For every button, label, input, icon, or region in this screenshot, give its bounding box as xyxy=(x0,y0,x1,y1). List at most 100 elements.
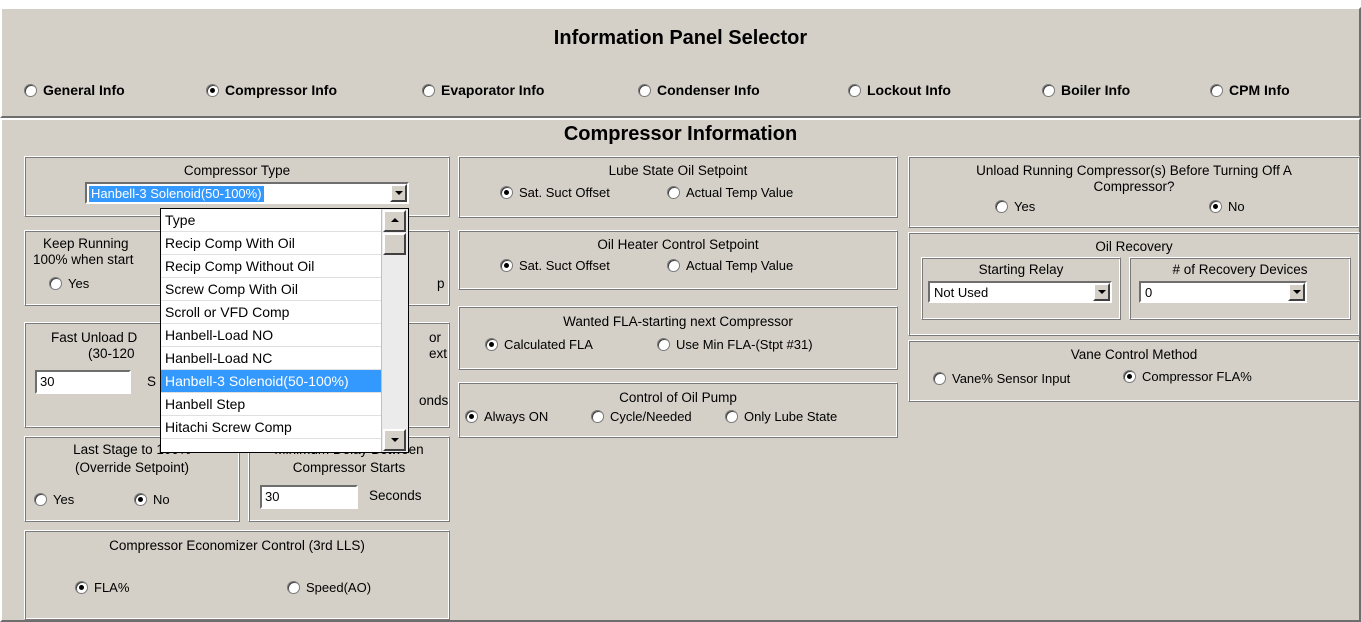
last-stage-title-2: (Override Setpoint) xyxy=(74,460,190,475)
compressor-type-dropdown-list[interactable]: Type Recip Comp With Oil Recip Comp With… xyxy=(160,208,409,453)
vane-sensor-radio[interactable]: Vane% Sensor Input xyxy=(933,371,1070,386)
scroll-up-button[interactable] xyxy=(383,210,406,232)
dropdown-button[interactable] xyxy=(390,184,407,202)
keep-running-fragment: p xyxy=(437,276,445,291)
vane-control-title: Vane Control Method xyxy=(1070,347,1198,362)
economizer-group: Compressor Economizer Control (3rd LLS) … xyxy=(24,530,450,620)
pump-lube-state-radio[interactable]: Only Lube State xyxy=(725,409,837,424)
wanted-min-fla-radio[interactable]: Use Min FLA-(Stpt #31) xyxy=(657,337,813,352)
radio-circle-icon xyxy=(1210,83,1223,97)
compressor-type-select[interactable]: Hanbell-3 Solenoid(50-100%) xyxy=(85,182,409,204)
economizer-speed-radio[interactable]: Speed(AO) xyxy=(287,580,371,595)
starting-relay-label: Starting Relay xyxy=(978,262,1064,277)
compressor-type-value: Hanbell-3 Solenoid(50-100%) xyxy=(88,185,265,203)
starting-relay-value: Not Used xyxy=(934,285,989,300)
recovery-devices-group: # of Recovery Devices 0 xyxy=(1129,257,1351,320)
chevron-down-icon xyxy=(1097,290,1106,294)
scroll-down-button[interactable] xyxy=(383,429,406,451)
dropdown-option[interactable]: Hanbell-Load NO xyxy=(161,324,382,347)
radio-circle-icon xyxy=(206,83,219,97)
recovery-devices-select[interactable]: 0 xyxy=(1139,281,1307,303)
dropdown-option[interactable]: Recip Comp With Oil xyxy=(161,232,382,255)
fast-unload-input[interactable]: 30 xyxy=(35,370,131,394)
radio-cpm-info[interactable]: CPM Info xyxy=(1210,82,1290,98)
keep-running-yes-radio[interactable]: Yes xyxy=(49,276,89,291)
oil-heater-title: Oil Heater Control Setpoint xyxy=(597,237,759,252)
radio-circle-icon xyxy=(422,83,435,97)
heater-sat-suct-radio[interactable]: Sat. Suct Offset xyxy=(500,258,610,273)
fast-unload-right-1: or xyxy=(429,330,442,345)
radio-circle-icon xyxy=(500,259,513,272)
starting-relay-select[interactable]: Not Used xyxy=(928,281,1112,303)
last-stage-yes-radio[interactable]: Yes xyxy=(34,492,74,507)
radio-circle-icon xyxy=(848,83,861,97)
recovery-devices-value: 0 xyxy=(1145,285,1153,300)
radio-boiler-info[interactable]: Boiler Info xyxy=(1042,82,1130,98)
vane-control-group: Vane Control Method Vane% Sensor Input C… xyxy=(908,340,1360,402)
dropdown-option[interactable]: Scroll or VFD Comp xyxy=(161,301,382,324)
radio-compressor-info[interactable]: Compressor Info xyxy=(206,82,337,98)
min-delay-title-2: Compressor Starts xyxy=(292,460,406,475)
radio-circle-icon xyxy=(1123,370,1136,383)
economizer-title: Compressor Economizer Control (3rd LLS) xyxy=(109,538,365,553)
radio-circle-icon xyxy=(34,493,47,506)
oil-pump-title: Control of Oil Pump xyxy=(619,390,737,405)
wanted-fla-title: Wanted FLA-starting next Compressor xyxy=(563,314,793,329)
fast-unload-right-3: onds xyxy=(419,393,449,408)
selector-title: Information Panel Selector xyxy=(553,27,808,49)
unload-running-title-1: Unload Running Compressor(s) Before Turn… xyxy=(976,163,1292,178)
heater-actual-temp-radio[interactable]: Actual Temp Value xyxy=(667,258,793,273)
dropdown-button[interactable] xyxy=(1288,283,1305,301)
dropdown-option[interactable]: Screw Comp With Oil xyxy=(161,278,382,301)
unload-running-title-2: Compressor? xyxy=(1093,179,1175,194)
oil-heater-group: Oil Heater Control Setpoint Sat. Suct Of… xyxy=(458,230,898,290)
lube-actual-temp-radio[interactable]: Actual Temp Value xyxy=(667,185,793,200)
vane-fla-radio[interactable]: Compressor FLA% xyxy=(1123,369,1252,384)
dropdown-option[interactable]: Hitachi Screw Comp xyxy=(161,416,382,439)
unload-no-radio[interactable]: No xyxy=(1209,199,1245,214)
radio-evaporator-info[interactable]: Evaporator Info xyxy=(422,82,544,98)
unload-running-group: Unload Running Compressor(s) Before Turn… xyxy=(908,156,1360,228)
last-stage-no-radio[interactable]: No xyxy=(134,492,170,507)
radio-circle-icon xyxy=(657,338,670,351)
dropdown-option-selected[interactable]: Hanbell-3 Solenoid(50-100%) xyxy=(161,370,382,393)
radio-circle-icon xyxy=(75,581,88,594)
wanted-calculated-radio[interactable]: Calculated FLA xyxy=(485,337,593,352)
chevron-down-icon xyxy=(390,438,399,442)
keep-running-title-2: 100% when start xyxy=(33,252,134,267)
dropdown-scrollbar[interactable] xyxy=(381,209,408,452)
dropdown-button[interactable] xyxy=(1093,283,1110,301)
economizer-fla-radio[interactable]: FLA% xyxy=(75,580,129,595)
dropdown-option[interactable]: Hanbell Step xyxy=(161,393,382,416)
lube-sat-suct-radio[interactable]: Sat. Suct Offset xyxy=(500,185,610,200)
radio-circle-icon xyxy=(500,186,513,199)
pump-cycle-radio[interactable]: Cycle/Needed xyxy=(591,409,692,424)
min-delay-input[interactable]: 30 xyxy=(260,485,358,509)
unload-yes-radio[interactable]: Yes xyxy=(995,199,1035,214)
radio-lockout-info[interactable]: Lockout Info xyxy=(848,82,951,98)
compressor-info-panel: Compressor Information Compressor Type H… xyxy=(0,118,1361,622)
radio-circle-icon xyxy=(1042,83,1055,97)
fast-unload-title-1: Fast Unload D xyxy=(51,330,138,345)
oil-pump-group: Control of Oil Pump Always ON Cycle/Need… xyxy=(458,382,898,438)
radio-circle-icon xyxy=(465,410,478,423)
radio-circle-icon xyxy=(995,200,1008,213)
radio-circle-icon xyxy=(591,410,604,423)
dropdown-option[interactable]: Hanbell-Load NC xyxy=(161,347,382,370)
fast-unload-title-2: (30-120 xyxy=(88,346,135,361)
starting-relay-group: Starting Relay Not Used xyxy=(921,257,1121,320)
pump-always-on-radio[interactable]: Always ON xyxy=(465,409,548,424)
dropdown-option[interactable]: Recip Comp Without Oil xyxy=(161,255,382,278)
radio-general-info[interactable]: General Info xyxy=(24,82,125,98)
dropdown-option[interactable]: Type xyxy=(161,209,382,232)
chevron-down-icon xyxy=(1292,290,1301,294)
radio-circle-icon xyxy=(485,338,498,351)
compressor-type-title: Compressor Type xyxy=(183,163,291,178)
radio-circle-icon xyxy=(287,581,300,594)
scroll-thumb[interactable] xyxy=(383,233,406,255)
radio-circle-icon xyxy=(667,186,680,199)
chevron-up-icon xyxy=(390,218,399,222)
radio-circle-icon xyxy=(1209,200,1222,213)
radio-condenser-info[interactable]: Condenser Info xyxy=(638,82,760,98)
radio-circle-icon xyxy=(24,83,37,97)
